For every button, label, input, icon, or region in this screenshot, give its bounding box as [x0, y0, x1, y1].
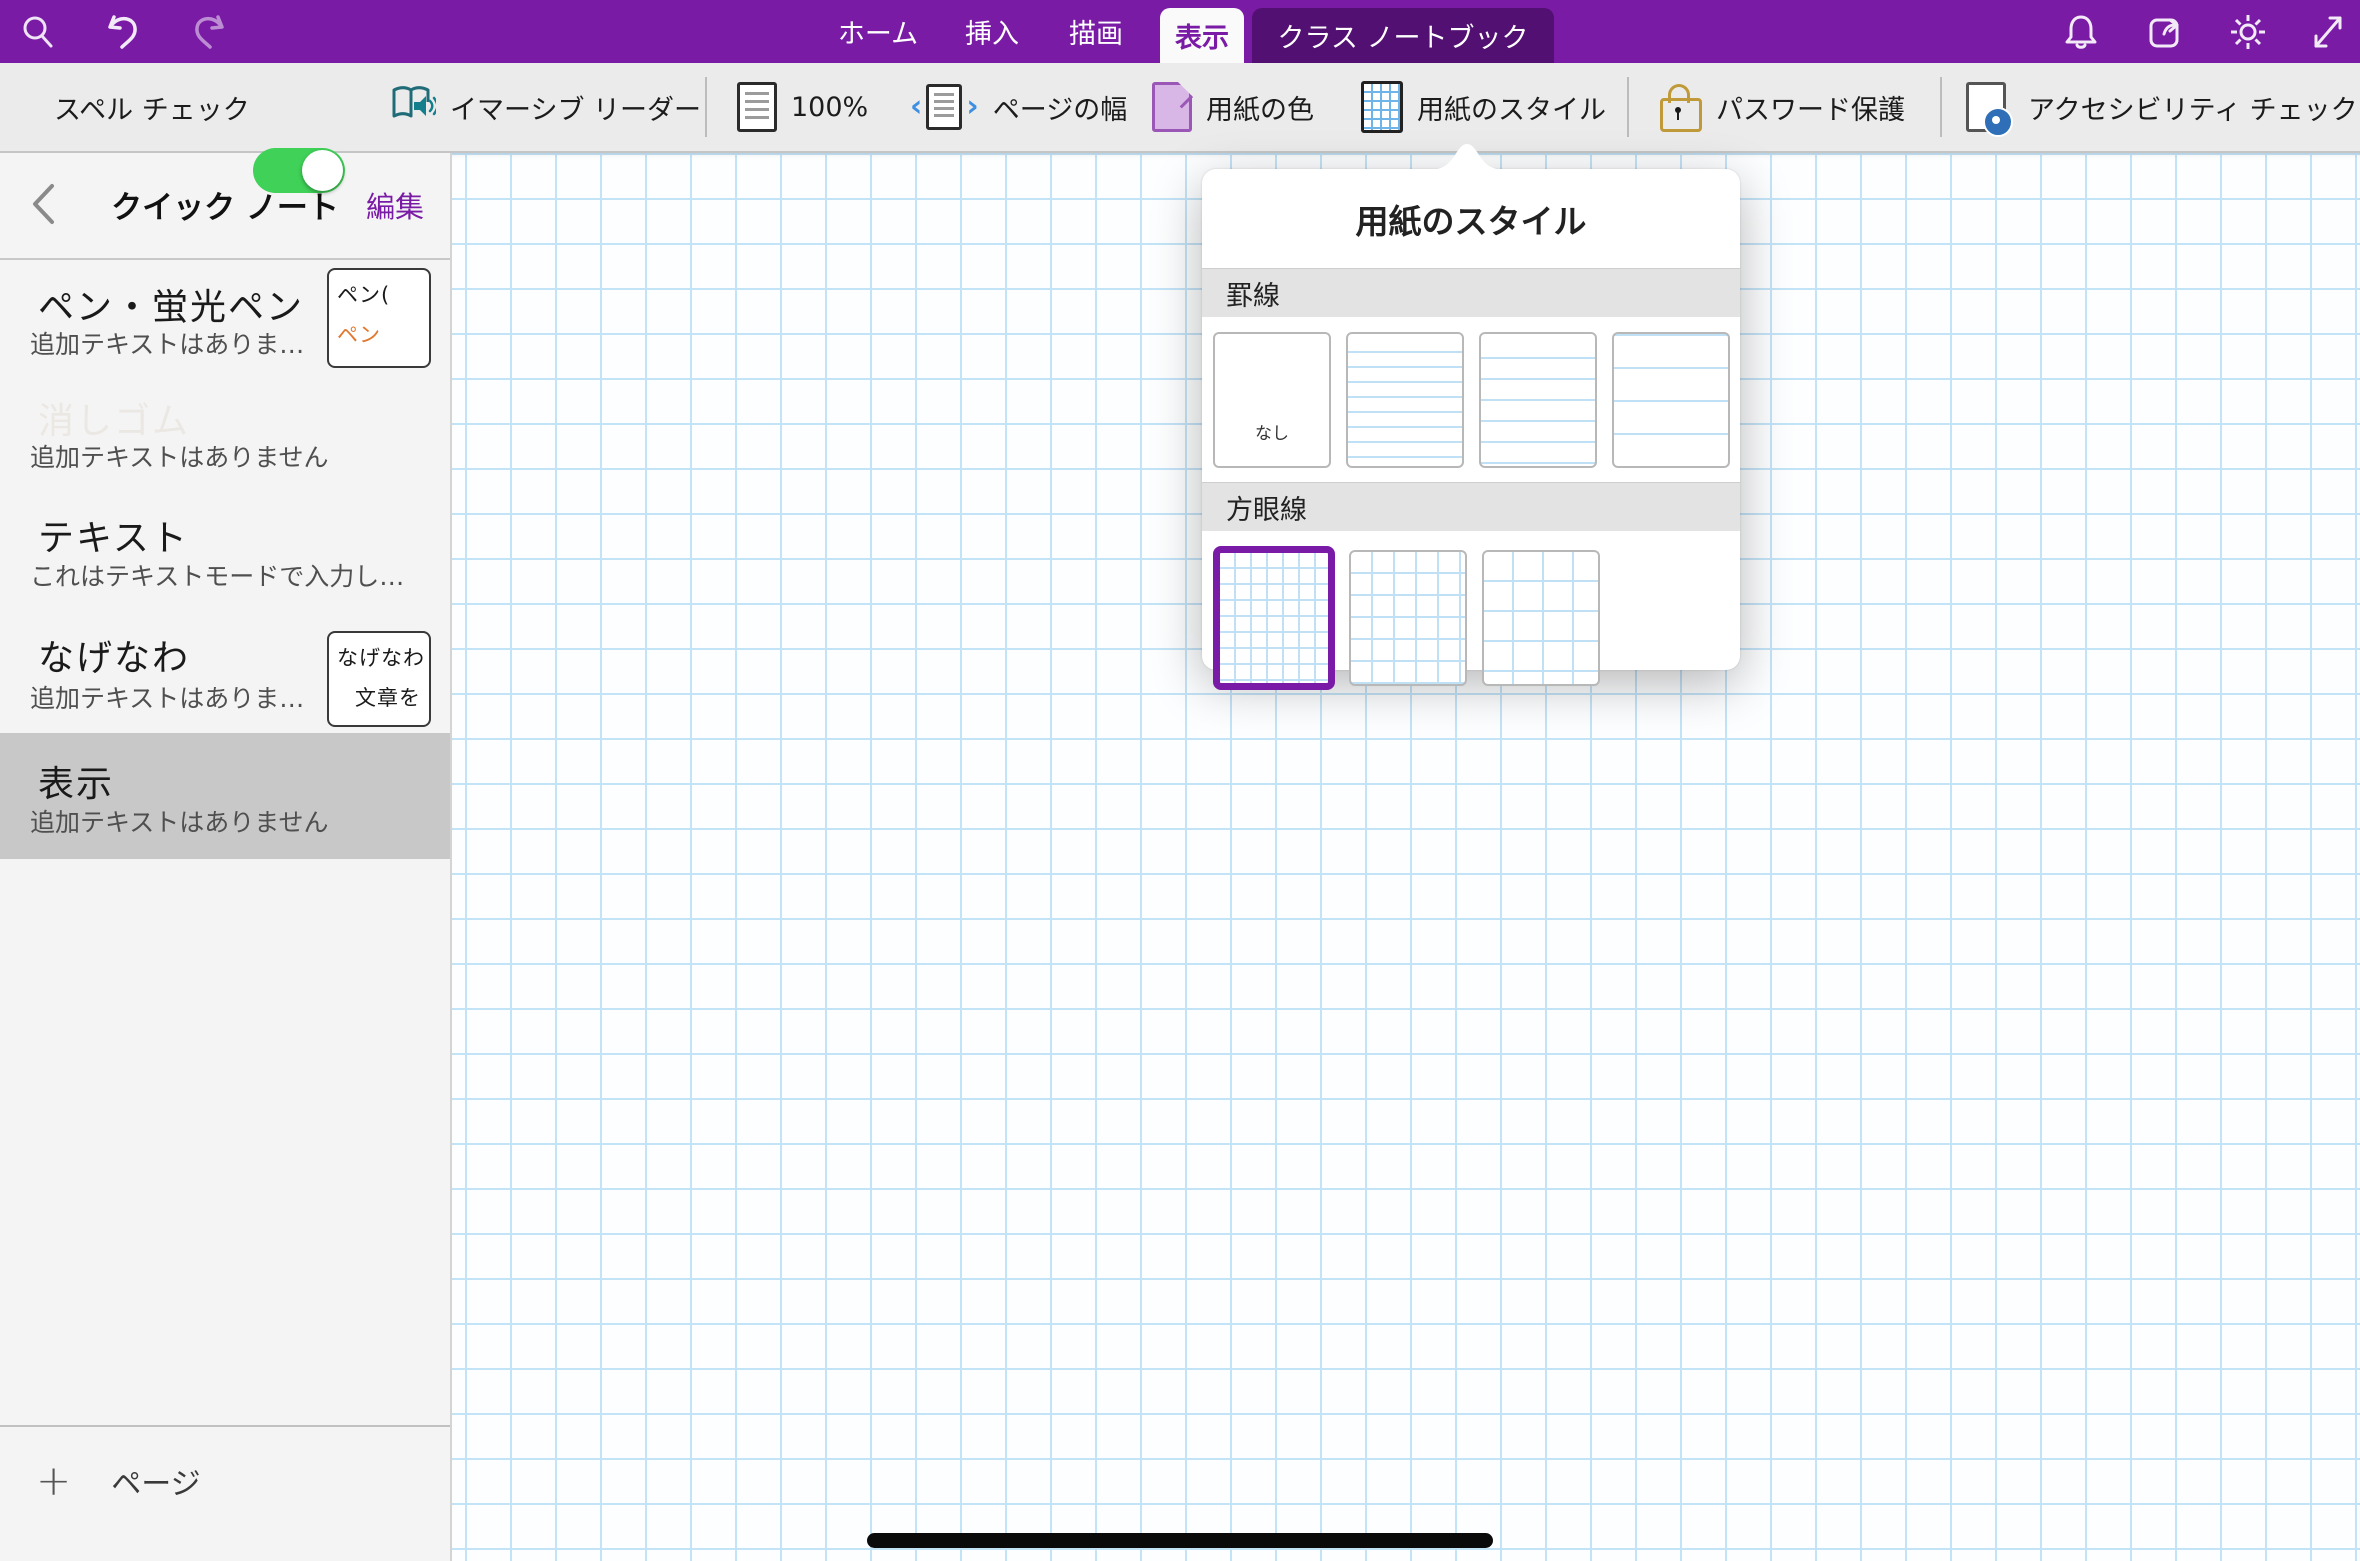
paper-style-icon: [1361, 81, 1403, 133]
page-width-icon: ‹ ›: [910, 84, 979, 130]
top-app-bar: ホーム 挿入 描画 表示 クラス ノートブック: [0, 0, 2360, 63]
page-list-item[interactable]: 消しゴム 追加テキストはありません: [0, 380, 450, 485]
password-protect-button[interactable]: パスワード保護: [1660, 63, 1905, 151]
toolbar-divider: [705, 77, 707, 137]
edit-button[interactable]: 編集: [366, 151, 424, 258]
paper-style-none[interactable]: なし: [1213, 332, 1331, 468]
page-list-item[interactable]: ペン・蛍光ペン 追加テキストはありま… ペン( ペン: [0, 260, 450, 380]
toggle-knob: [302, 150, 343, 191]
spell-check-toggle[interactable]: [253, 148, 345, 193]
page-thumbnail: ペン( ペン: [327, 268, 431, 368]
home-indicator[interactable]: [867, 1533, 1493, 1548]
toolbar-divider: [1627, 77, 1629, 137]
immersive-reader-icon: [390, 82, 436, 133]
share-icon[interactable]: [2136, 0, 2196, 63]
paper-style-grid-small-selected[interactable]: [1213, 546, 1335, 690]
paper-style-ruled-narrow[interactable]: [1346, 332, 1464, 468]
divider: [0, 1425, 450, 1427]
spell-check-label: スペル チェック: [54, 63, 250, 151]
notifications-icon[interactable]: [2051, 0, 2111, 63]
toolbar-divider: [1940, 77, 1942, 137]
page-list-item[interactable]: テキスト これはテキストモードで入力し…: [0, 485, 450, 605]
tab-home[interactable]: ホーム: [828, 0, 928, 63]
paper-style-popover: 用紙のスタイル 罫線 なし 方眼線: [1202, 169, 1740, 670]
tab-draw[interactable]: 描画: [1052, 0, 1140, 63]
undo-icon[interactable]: [94, 0, 154, 63]
view-ribbon-toolbar: スペル チェック イマーシブ リーダー 100% ‹ › ページの幅 用紙の色: [0, 63, 2360, 153]
zoom-page-icon: [737, 82, 777, 132]
tab-class-notebook[interactable]: クラス ノートブック: [1252, 8, 1554, 63]
accessibility-icon: [1966, 82, 2006, 132]
fullscreen-icon[interactable]: [2296, 0, 2356, 63]
paper-color-icon: [1152, 82, 1192, 132]
paper-style-button[interactable]: 用紙のスタイル: [1361, 63, 1606, 151]
zoom-level-button[interactable]: 100%: [737, 63, 868, 151]
page-list-item-selected[interactable]: 表示 追加テキストはありません: [0, 733, 450, 859]
paper-style-grid-large[interactable]: [1482, 550, 1600, 686]
page-width-button[interactable]: ‹ › ページの幅: [910, 63, 1127, 151]
page-list-item[interactable]: なげなわ 追加テキストはありま… なげなわ 文章を: [0, 605, 450, 733]
settings-icon[interactable]: [2218, 0, 2278, 63]
page-thumbnail: なげなわ 文章を: [327, 631, 431, 727]
page-list-sidebar: クイック ノート 編集 ペン・蛍光ペン 追加テキストはありま… ペン( ペン 消…: [0, 151, 452, 1561]
lock-icon: [1660, 98, 1702, 132]
immersive-reader-button[interactable]: イマーシブ リーダー: [390, 63, 701, 151]
paper-style-ruled-wide[interactable]: [1612, 332, 1730, 468]
paper-style-ruled-medium[interactable]: [1479, 332, 1597, 468]
paper-color-button[interactable]: 用紙の色: [1152, 63, 1314, 151]
plus-icon: +: [36, 1460, 71, 1502]
accessibility-check-button[interactable]: アクセシビリティ チェック: [1966, 63, 2358, 151]
popover-title: 用紙のスタイル: [1202, 169, 1740, 268]
search-icon[interactable]: [8, 0, 68, 63]
popover-arrow: [1425, 144, 1509, 170]
sidebar-header: クイック ノート 編集: [0, 151, 450, 258]
tab-view[interactable]: 表示: [1160, 8, 1244, 63]
section-header-grid: 方眼線: [1202, 482, 1740, 531]
paper-style-grid-medium[interactable]: [1349, 550, 1467, 686]
section-header-ruled: 罫線: [1202, 268, 1740, 317]
onenote-app: ホーム 挿入 描画 表示 クラス ノートブック スペル チェック イマーシブ リ…: [0, 0, 2360, 1561]
redo-icon[interactable]: [178, 0, 238, 63]
add-page-button[interactable]: + ページ: [0, 1441, 450, 1521]
tab-insert[interactable]: 挿入: [948, 0, 1036, 63]
